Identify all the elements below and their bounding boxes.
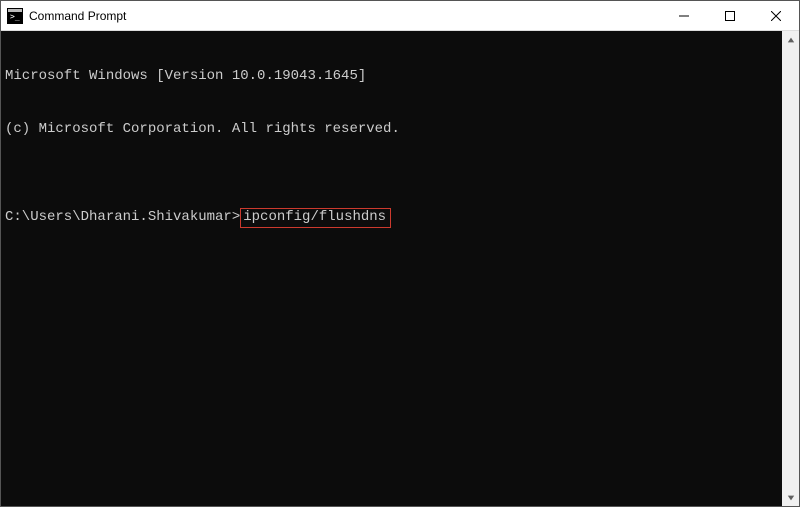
terminal-line-copyright: (c) Microsoft Corporation. All rights re… xyxy=(5,121,795,139)
titlebar[interactable]: >_ Command Prompt xyxy=(1,1,799,31)
scroll-up-button[interactable] xyxy=(782,31,799,48)
prompt-path: C:\Users\Dharani.Shivakumar> xyxy=(5,209,240,227)
scroll-track[interactable] xyxy=(782,48,799,489)
cmd-icon: >_ xyxy=(7,8,23,24)
terminal-body[interactable]: Microsoft Windows [Version 10.0.19043.16… xyxy=(1,31,799,506)
maximize-button[interactable] xyxy=(707,1,753,30)
minimize-button[interactable] xyxy=(661,1,707,30)
terminal-line-version: Microsoft Windows [Version 10.0.19043.16… xyxy=(5,68,795,86)
command-prompt-window: >_ Command Prompt Microsoft Windows [Ver… xyxy=(0,0,800,507)
window-controls xyxy=(661,1,799,30)
command-highlight: ipconfig/flushdns xyxy=(240,208,391,228)
svg-text:>_: >_ xyxy=(10,12,20,21)
prompt-line: C:\Users\Dharani.Shivakumar>ipconfig/flu… xyxy=(5,208,795,228)
scroll-down-button[interactable] xyxy=(782,489,799,506)
close-button[interactable] xyxy=(753,1,799,30)
window-title: Command Prompt xyxy=(29,9,661,23)
vertical-scrollbar[interactable] xyxy=(782,31,799,506)
